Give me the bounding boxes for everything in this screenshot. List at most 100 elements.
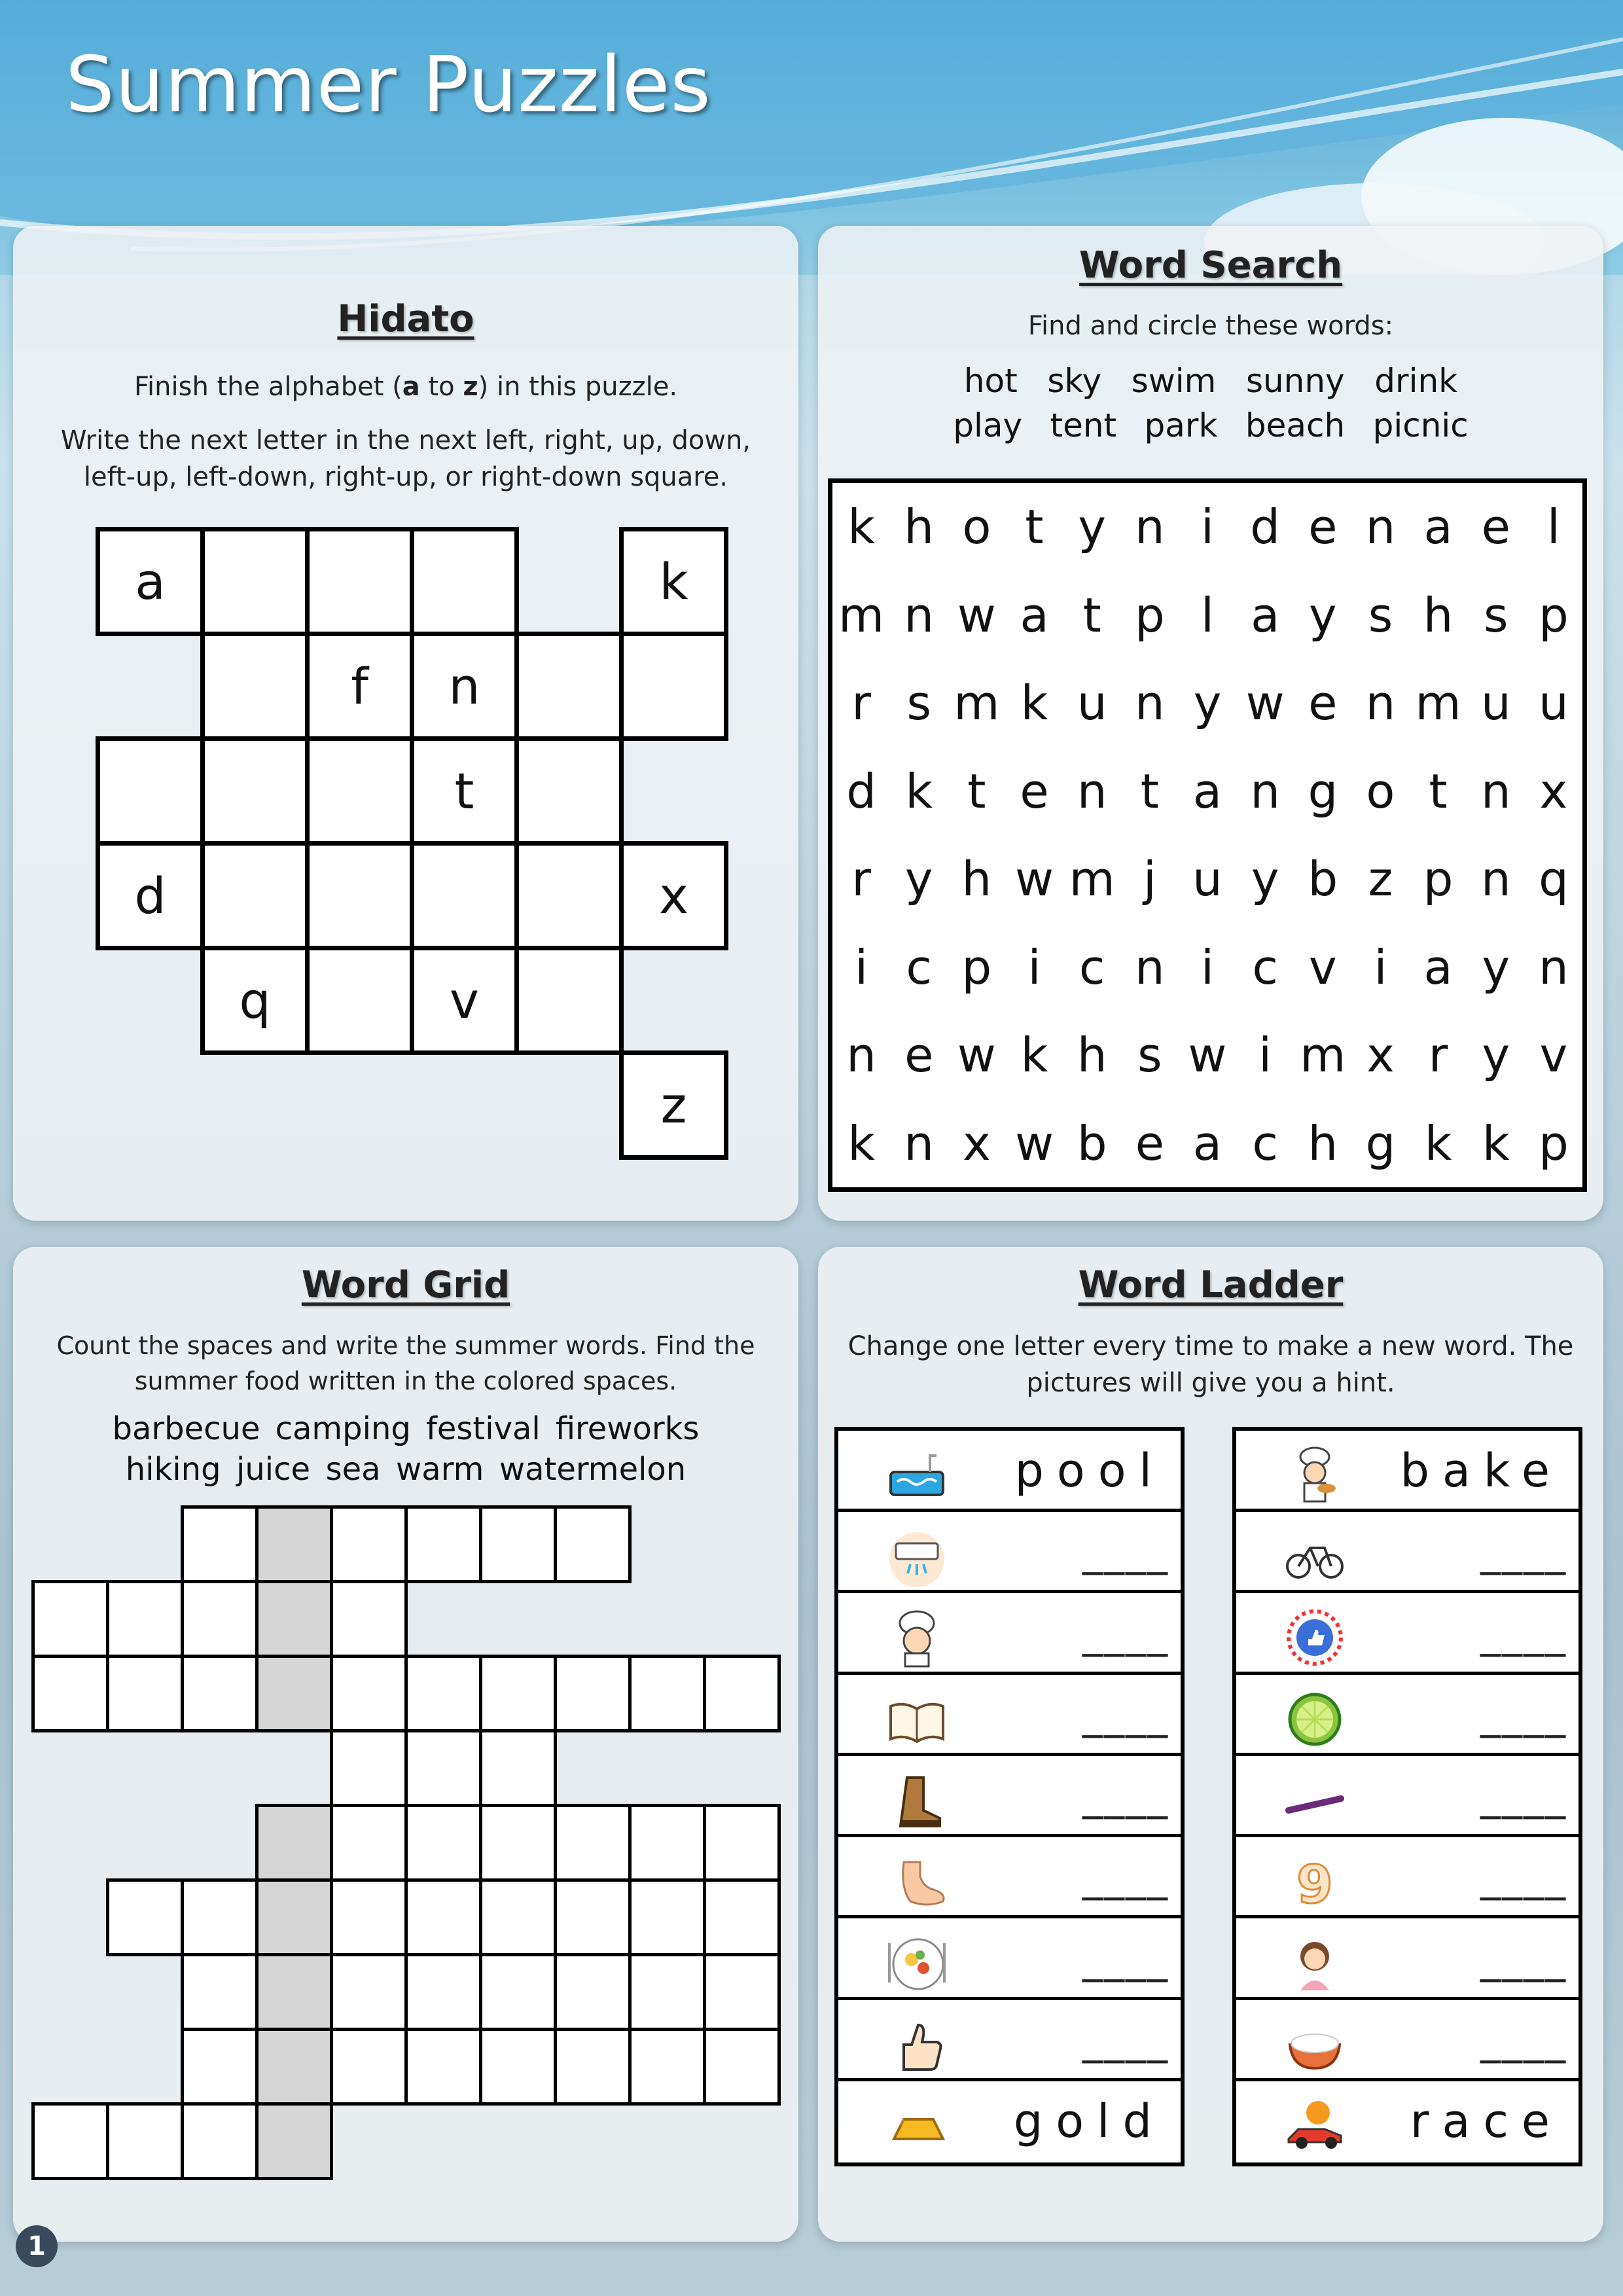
word-ladder-blank[interactable]: ____ — [1082, 1772, 1169, 1820]
hidato-cell-empty[interactable] — [96, 736, 205, 846]
word-grid-cell[interactable] — [703, 1953, 781, 2031]
word-ladder-blank[interactable]: ____ — [1082, 1609, 1169, 1657]
word-search-letter[interactable]: i — [1179, 483, 1236, 571]
word-search-letter[interactable]: e — [890, 1011, 948, 1100]
word-search-letter[interactable]: x — [948, 1100, 1005, 1188]
word-grid-cell[interactable] — [330, 1655, 408, 1732]
word-search-letter[interactable]: n — [1236, 747, 1294, 836]
word-search-letter[interactable]: h — [948, 835, 1005, 924]
word-search-letter[interactable]: n — [890, 571, 948, 660]
word-ladder-blank[interactable]: ____ — [1082, 2016, 1169, 2064]
hidato-cell-empty[interactable] — [200, 527, 310, 636]
word-search-letter[interactable]: q — [1525, 835, 1582, 924]
hidato-cell-empty[interactable] — [514, 736, 624, 846]
word-search-letter[interactable]: s — [1121, 1011, 1179, 1100]
word-search-letter[interactable]: d — [1236, 483, 1294, 571]
word-search-letter[interactable]: u — [1467, 659, 1525, 747]
word-search-letter[interactable]: m — [1294, 1011, 1351, 1100]
word-search-letter[interactable]: k — [1467, 1100, 1525, 1188]
word-search-letter[interactable]: b — [1294, 835, 1351, 924]
word-grid-cell[interactable] — [479, 1655, 557, 1732]
word-search-letter[interactable]: k — [832, 483, 890, 571]
word-search-letter[interactable]: a — [1179, 1100, 1236, 1188]
word-grid-cell[interactable] — [31, 1655, 109, 1732]
word-grid-cell[interactable] — [554, 1878, 632, 1956]
word-grid-cell[interactable] — [330, 1505, 408, 1583]
word-search-letter[interactable]: e — [1121, 1100, 1179, 1188]
word-search-letter[interactable]: k — [1005, 659, 1063, 747]
word-search-letter[interactable]: u — [1179, 835, 1236, 924]
word-search-letter[interactable]: k — [1410, 1100, 1467, 1188]
word-grid-cell[interactable] — [330, 1804, 408, 1882]
word-grid-cell[interactable] — [554, 1655, 632, 1732]
word-search-letter[interactable]: a — [1179, 747, 1236, 836]
word-ladder-blank[interactable]: ____ — [1480, 1935, 1567, 1982]
word-search-letter[interactable]: y — [1236, 835, 1294, 924]
word-search-letter[interactable]: x — [1525, 747, 1582, 836]
hidato-cell-empty[interactable] — [200, 841, 310, 950]
word-grid-cell-shaded[interactable] — [255, 2102, 333, 2180]
word-grid-cell[interactable] — [404, 1878, 482, 1956]
word-search-letter[interactable]: y — [1467, 1011, 1525, 1100]
word-grid-cell[interactable] — [554, 1953, 632, 2031]
word-grid-cell[interactable] — [554, 2028, 632, 2106]
word-grid-cell[interactable] — [181, 1580, 259, 1658]
word-grid-cell[interactable] — [181, 2028, 259, 2106]
hidato-cell-empty[interactable] — [410, 841, 519, 950]
word-grid-cell[interactable] — [106, 2102, 184, 2180]
word-grid-cell[interactable] — [181, 1878, 259, 1956]
word-search-letter[interactable]: i — [1179, 924, 1236, 1012]
word-search-letter[interactable]: n — [1525, 924, 1582, 1012]
word-ladder-blank[interactable]: ____ — [1480, 2016, 1567, 2064]
word-search-letter[interactable]: i — [1005, 924, 1063, 1012]
word-grid-cell[interactable] — [703, 1878, 781, 1956]
word-ladder-blank[interactable]: ____ — [1082, 1853, 1169, 1901]
word-search-letter[interactable]: a — [1236, 571, 1294, 660]
word-ladder-blank[interactable]: ____ — [1082, 1935, 1169, 1982]
word-search-letter[interactable]: k — [832, 1100, 890, 1188]
word-grid-cell[interactable] — [703, 2028, 781, 2106]
word-search-letter[interactable]: e — [1294, 659, 1351, 747]
word-search-letter[interactable]: n — [832, 1011, 890, 1100]
word-grid-cell[interactable] — [330, 1580, 408, 1658]
word-grid-cell-shaded[interactable] — [255, 1580, 333, 1658]
word-grid-cell[interactable] — [106, 1580, 184, 1658]
word-search-letter[interactable]: m — [1063, 835, 1121, 924]
word-grid-cell[interactable] — [330, 1953, 408, 2031]
word-search-letter[interactable]: t — [1005, 483, 1063, 571]
word-ladder-blank[interactable]: ____ — [1480, 1609, 1567, 1657]
word-grid-cell[interactable] — [479, 1878, 557, 1956]
word-grid-cell-shaded[interactable] — [255, 1505, 333, 1583]
word-grid-cell[interactable] — [404, 1804, 482, 1882]
hidato-cell-empty[interactable] — [200, 736, 310, 846]
word-search-letter[interactable]: l — [1525, 483, 1582, 571]
word-search-letter[interactable]: n — [1121, 659, 1179, 747]
word-grid-cell[interactable] — [479, 1953, 557, 2031]
word-search-letter[interactable]: m — [948, 659, 1005, 747]
word-search-letter[interactable]: y — [1179, 659, 1236, 747]
word-search-letter[interactable]: y — [1294, 571, 1351, 660]
hidato-cell-empty[interactable] — [305, 841, 414, 950]
word-search-letter[interactable]: p — [1121, 571, 1179, 660]
word-search-letter[interactable]: s — [1351, 571, 1409, 660]
word-search-letter[interactable]: c — [1236, 1100, 1294, 1188]
word-search-letter[interactable]: o — [948, 483, 1005, 571]
word-grid-cell[interactable] — [554, 1804, 632, 1882]
word-search-letter[interactable]: l — [1179, 571, 1236, 660]
word-search-letter[interactable]: a — [1005, 571, 1063, 660]
word-search-letter[interactable]: v — [1525, 1011, 1582, 1100]
word-grid-cell[interactable] — [181, 1655, 259, 1732]
word-search-letter[interactable]: h — [1410, 571, 1467, 660]
word-grid-cell[interactable] — [330, 1729, 408, 1807]
word-search-letter[interactable]: n — [1351, 659, 1409, 747]
word-search-letter[interactable]: i — [1236, 1011, 1294, 1100]
word-grid-cell[interactable] — [628, 1953, 706, 2031]
hidato-cell-empty[interactable] — [305, 527, 414, 636]
word-grid-cell[interactable] — [181, 1505, 259, 1583]
word-search-letter[interactable]: e — [1294, 483, 1351, 571]
word-grid-cell-shaded[interactable] — [255, 1878, 333, 1956]
word-search-letter[interactable]: t — [1121, 747, 1179, 836]
word-grid-cell[interactable] — [330, 1878, 408, 1956]
word-grid-cell[interactable] — [628, 1655, 706, 1732]
word-search-letter[interactable]: s — [1467, 571, 1525, 660]
